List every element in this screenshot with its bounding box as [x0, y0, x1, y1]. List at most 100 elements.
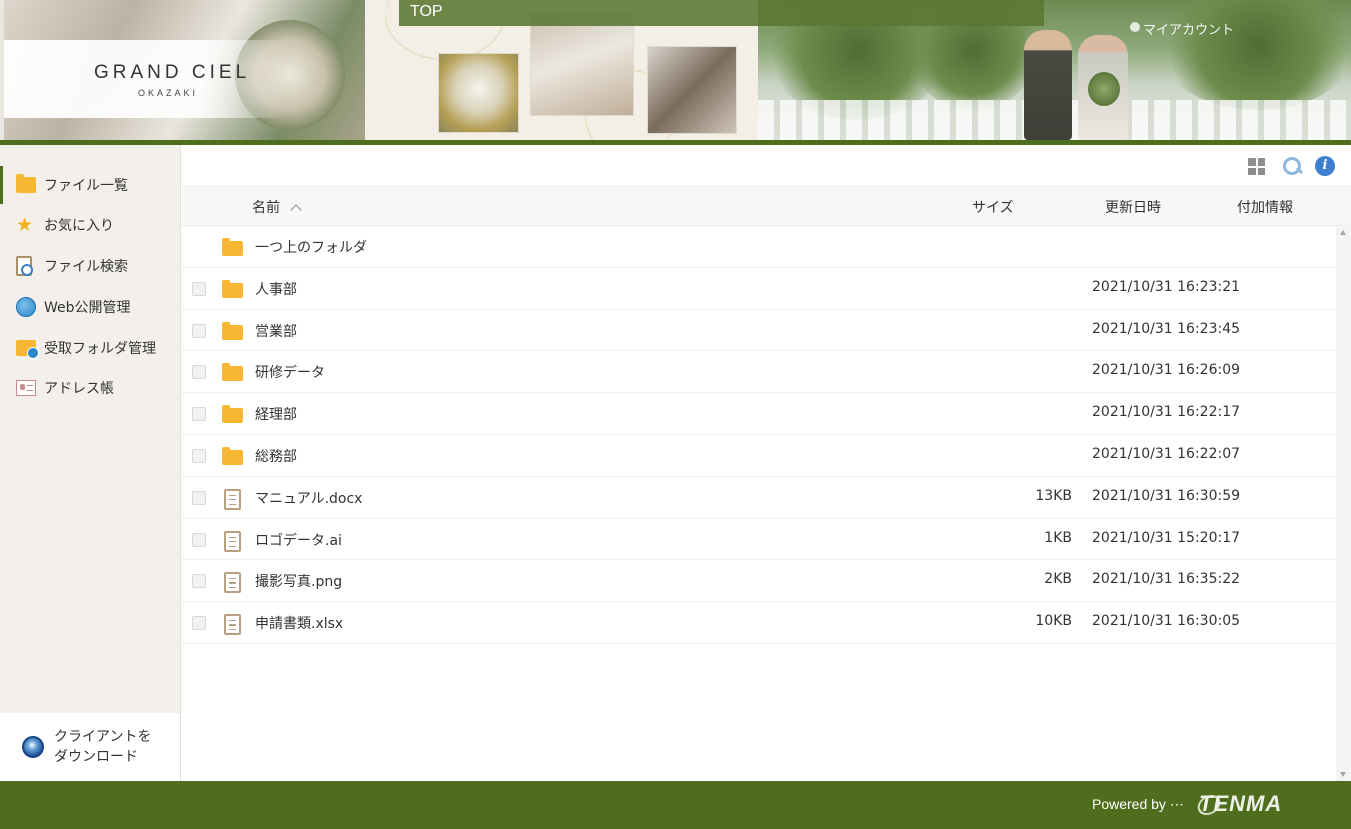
file-name[interactable]: 撮影写真.png: [255, 571, 342, 591]
table-row[interactable]: 撮影写真.png 2KB 2021/10/31 16:35:22: [182, 560, 1336, 603]
file-size: 10KB: [1035, 613, 1072, 630]
banner-photo-left: GRAND CIEL OKAZAKI: [4, 0, 365, 140]
sidebar: ファイル一覧 ★ お気に入り ファイル検索 Web公開管理 受取フォルダ管理 ア…: [0, 145, 181, 781]
row-checkbox[interactable]: [192, 448, 206, 463]
logo-title: GRAND CIEL: [94, 62, 251, 83]
sidebar-item-favorites[interactable]: ★ お気に入り: [0, 206, 180, 244]
download-label-line1: クライアントを: [54, 729, 152, 745]
row-checkbox[interactable]: [192, 407, 206, 422]
file-name[interactable]: 研修データ: [255, 362, 325, 382]
table-row[interactable]: 営業部 2021/10/31 16:23:45: [182, 310, 1336, 352]
header-banner: GRAND CIEL OKAZAKI TOP マイアカウント: [0, 0, 1351, 140]
table-row[interactable]: 経理部 2021/10/31 16:22:17: [182, 393, 1336, 435]
receive-folder-icon: [16, 338, 39, 359]
back-arrow-icon[interactable]: [381, 2, 391, 22]
row-checkbox[interactable]: [192, 323, 206, 338]
modified-date: 2021/10/31 15:20:17: [1092, 529, 1241, 546]
account-icon[interactable]: [1130, 22, 1140, 32]
folder-icon: [222, 446, 243, 465]
file-size: 13KB: [1035, 487, 1072, 504]
modified-date: 2021/10/31 16:30:05: [1092, 613, 1241, 630]
modified-date: 2021/10/31 16:26:09: [1092, 362, 1241, 379]
file-search-icon: [16, 256, 36, 276]
info-icon[interactable]: i: [1315, 156, 1335, 176]
sidebar-item-file-search[interactable]: ファイル検索: [0, 247, 180, 285]
sidebar-item-label: Web公開管理: [44, 300, 131, 316]
brand-logo[interactable]: TENMA: [1199, 791, 1282, 817]
scroll-up-arrow-icon[interactable]: [1340, 230, 1346, 235]
file-name[interactable]: マニュアル.docx: [255, 488, 362, 508]
sidebar-item-label: アドレス帳: [44, 381, 114, 397]
table-row[interactable]: 申請書類.xlsx 10KB 2021/10/31 16:30:05: [182, 602, 1336, 644]
file-name[interactable]: 営業部: [255, 321, 297, 341]
logo-subtitle: OKAZAKI: [138, 88, 199, 98]
column-header-size[interactable]: サイズ: [972, 197, 1014, 217]
book-photo: [530, 13, 634, 116]
star-icon: ★: [16, 214, 34, 236]
sidebar-item-label: お気に入り: [44, 218, 114, 234]
logo[interactable]: GRAND CIEL OKAZAKI: [4, 40, 284, 118]
column-header-date[interactable]: 更新日時: [1105, 197, 1161, 217]
groom-figure: [1024, 30, 1072, 140]
folder-icon: [222, 238, 243, 256]
my-account-link[interactable]: マイアカウント: [1143, 19, 1234, 38]
sort-ascending-icon: [290, 204, 302, 216]
download-client-button[interactable]: クライアントを ダウンロード: [0, 713, 180, 781]
file-name[interactable]: 人事部: [255, 279, 297, 299]
table-row[interactable]: 総務部 2021/10/31 16:22:07: [182, 435, 1336, 477]
modified-date: 2021/10/31 16:35:22: [1092, 571, 1241, 588]
file-name[interactable]: 経理部: [255, 404, 297, 424]
footer: Powered by ⋯ TENMA: [0, 781, 1351, 829]
file-icon: [222, 572, 241, 594]
file-icon: [222, 614, 241, 636]
table-row[interactable]: 人事部 2021/10/31 16:23:21: [182, 268, 1336, 310]
file-icon: [222, 530, 241, 552]
file-size: 2KB: [1044, 571, 1072, 588]
row-checkbox[interactable]: [192, 574, 206, 589]
file-name[interactable]: 一つ上のフォルダ: [255, 237, 367, 257]
row-checkbox[interactable]: [192, 616, 206, 631]
file-name[interactable]: ロゴデータ.ai: [255, 530, 342, 550]
modified-date: 2021/10/31 16:23:45: [1092, 320, 1241, 337]
sidebar-item-address-book[interactable]: アドレス帳: [0, 369, 180, 407]
sidebar-item-label: ファイル検索: [44, 259, 128, 275]
modified-date: 2021/10/31 16:23:21: [1092, 278, 1241, 295]
file-name[interactable]: 申請書類.xlsx: [255, 613, 343, 633]
file-icon: [222, 488, 241, 510]
search-icon[interactable]: [1282, 156, 1302, 176]
file-name[interactable]: 総務部: [255, 446, 297, 466]
table-header: 名前 サイズ 更新日時 付加情報: [182, 186, 1351, 226]
parent-folder-row[interactable]: 一つ上のフォルダ: [182, 226, 1336, 268]
flower-photo: [438, 53, 519, 133]
row-checkbox[interactable]: [192, 365, 206, 380]
breadcrumb[interactable]: TOP: [410, 3, 443, 21]
sidebar-item-label: 受取フォルダ管理: [44, 341, 156, 357]
folder-icon: [222, 363, 243, 382]
modified-date: 2021/10/31 16:22:17: [1092, 404, 1241, 421]
toolbar: i: [182, 145, 1351, 186]
sidebar-item-file-list[interactable]: ファイル一覧: [0, 166, 180, 204]
sidebar-item-web-publish[interactable]: Web公開管理: [0, 288, 180, 326]
folder-icon: [16, 174, 36, 195]
row-checkbox[interactable]: [192, 532, 206, 547]
table-row[interactable]: ロゴデータ.ai 1KB 2021/10/31 15:20:17: [182, 519, 1336, 561]
ring-box-photo: [647, 46, 737, 134]
scrollbar[interactable]: [1336, 226, 1351, 781]
table-row[interactable]: マニュアル.docx 13KB 2021/10/31 16:30:59: [182, 477, 1336, 519]
scroll-down-arrow-icon[interactable]: [1340, 772, 1346, 777]
file-size: 1KB: [1044, 529, 1072, 546]
file-table-body: 一つ上のフォルダ 人事部 2021/10/31 16:23:21 営業部 2021/10…: [182, 226, 1336, 644]
row-checkbox[interactable]: [192, 281, 206, 296]
column-header-extra[interactable]: 付加情報: [1237, 197, 1293, 217]
column-header-name[interactable]: 名前: [252, 197, 302, 217]
table-row[interactable]: 研修データ 2021/10/31 16:26:09: [182, 351, 1336, 394]
modified-date: 2021/10/31 16:22:07: [1092, 445, 1241, 462]
grid-view-icon[interactable]: [1248, 158, 1265, 175]
row-checkbox[interactable]: [192, 490, 206, 505]
folder-icon: [222, 321, 243, 340]
client-app-icon: [22, 736, 44, 758]
breadcrumb-bar: TOP: [381, 0, 1044, 26]
tree-image: [1158, 0, 1351, 110]
sidebar-item-receive-folder[interactable]: 受取フォルダ管理: [0, 329, 180, 367]
bouquet-image: [1088, 72, 1120, 106]
